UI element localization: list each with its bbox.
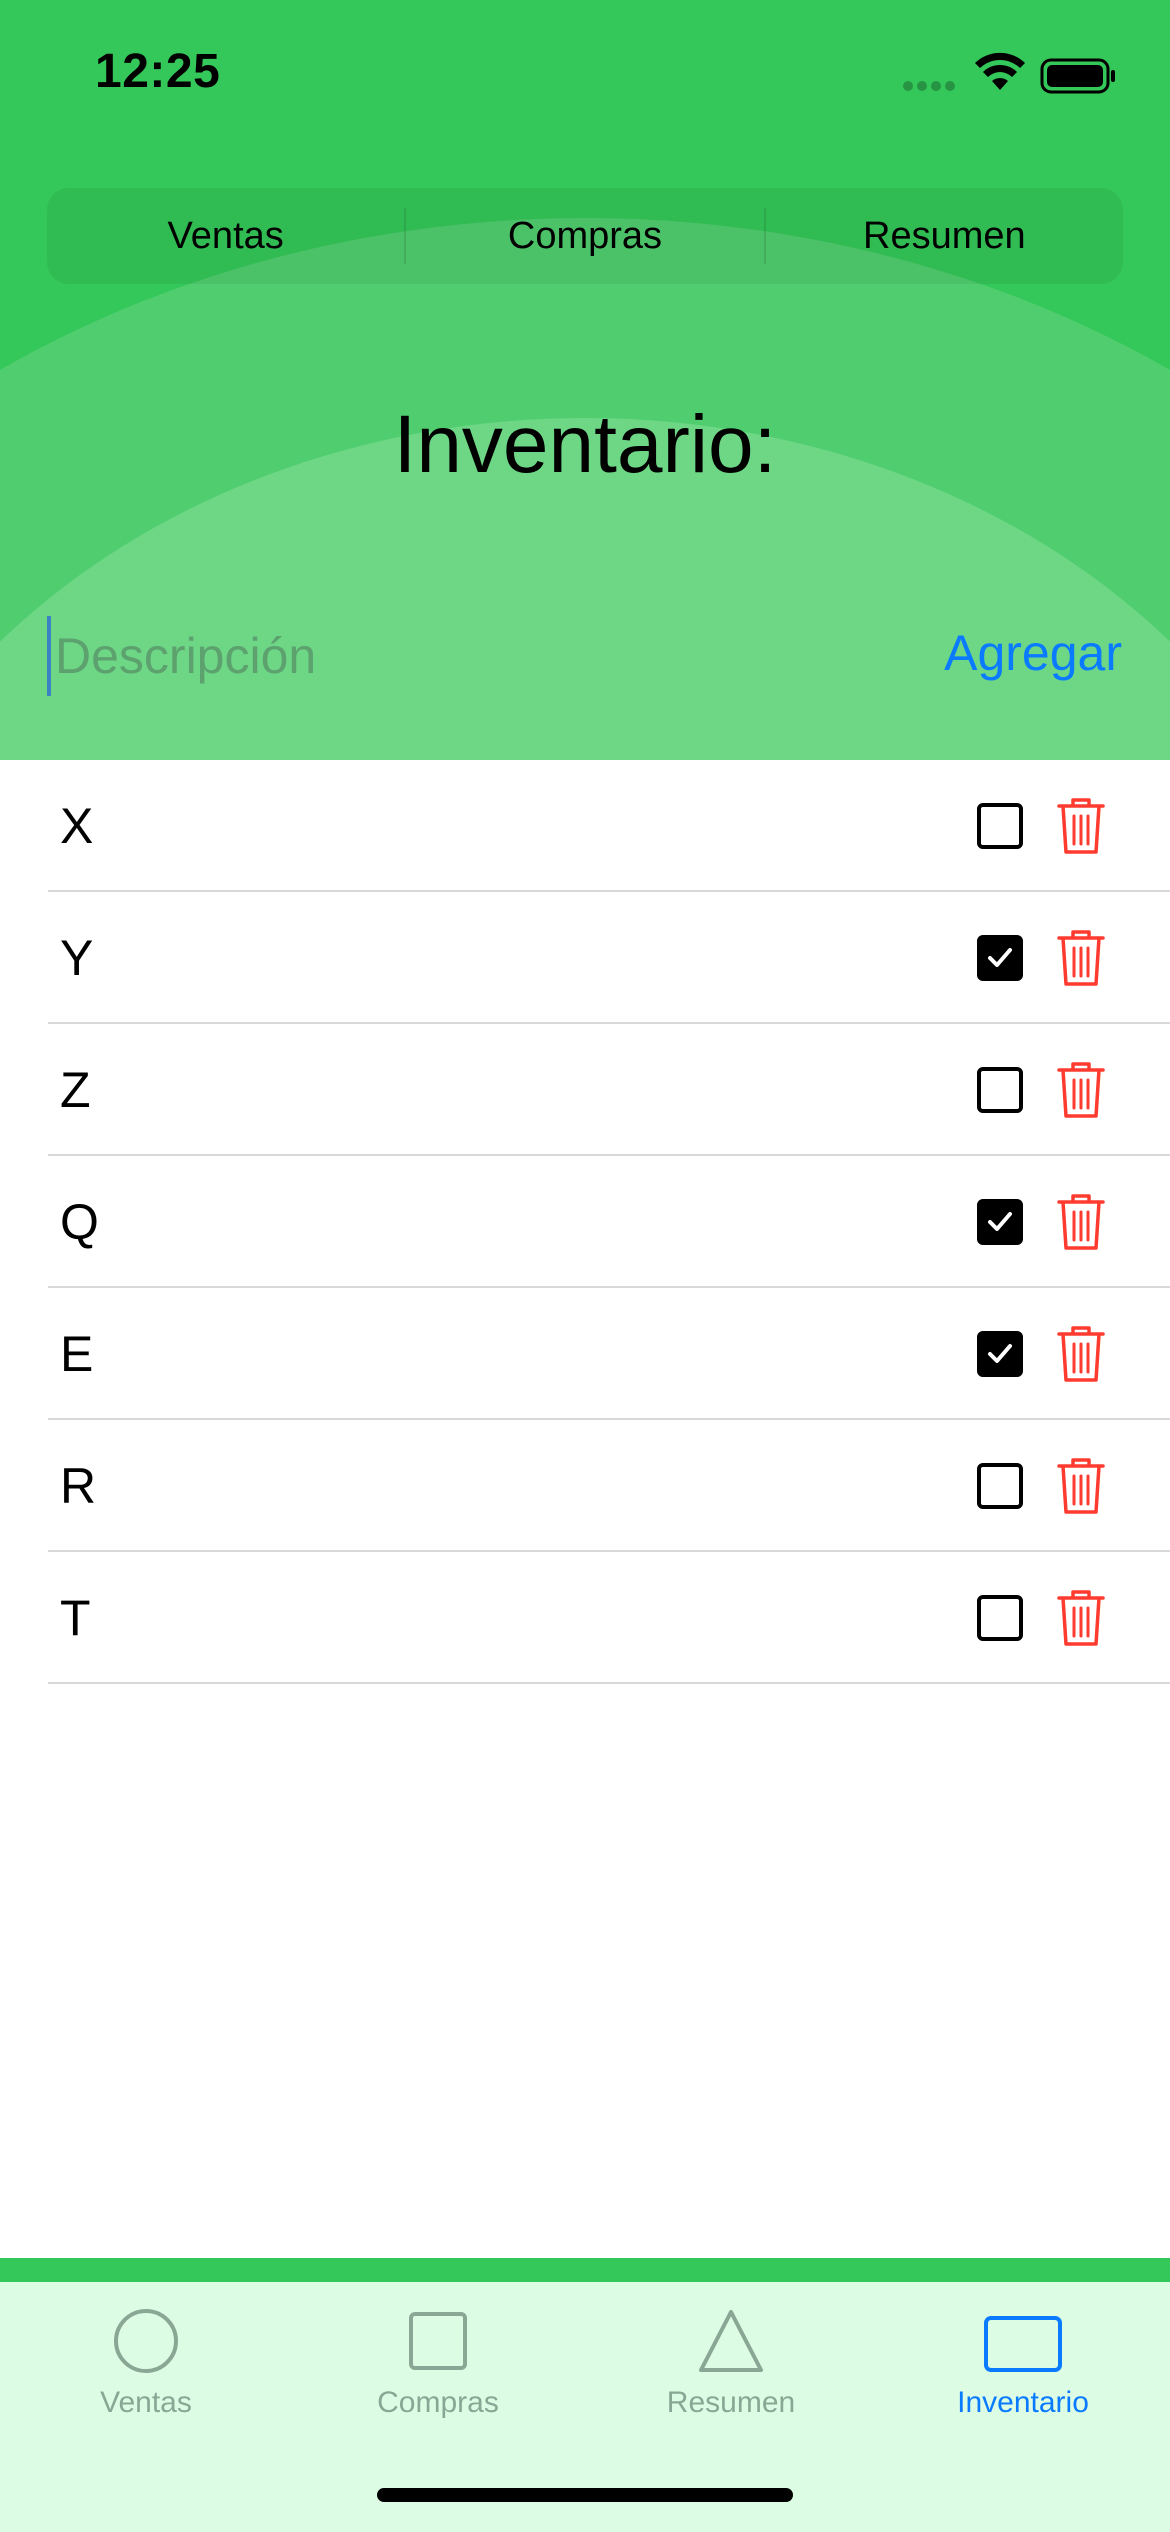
list-item: E: [0, 1288, 1170, 1420]
checkmark-icon: [988, 1212, 1012, 1231]
item-checkbox[interactable]: [977, 803, 1023, 849]
trash-icon[interactable]: [1055, 1060, 1107, 1120]
tab-label: Resumen: [666, 2386, 796, 2419]
item-label: T: [60, 1590, 91, 1646]
item-label: Q: [60, 1194, 99, 1250]
item-checkbox[interactable]: [977, 1067, 1023, 1113]
segment-compras[interactable]: Compras: [406, 188, 763, 284]
square-icon: [409, 2312, 467, 2370]
tab-label: Ventas: [100, 2386, 192, 2419]
checkmark-icon: [988, 1344, 1012, 1363]
tab-compras[interactable]: Compras: [292, 2306, 584, 2446]
item-checkbox[interactable]: [977, 1199, 1023, 1245]
trash-icon[interactable]: [1055, 796, 1107, 856]
status-icons: [900, 50, 1120, 100]
trash-icon[interactable]: [1055, 928, 1107, 988]
tab-ventas[interactable]: Ventas: [0, 2306, 292, 2446]
item-checkbox[interactable]: [977, 1595, 1023, 1641]
item-label: Y: [60, 930, 94, 986]
list-item: Y: [0, 892, 1170, 1024]
item-label: Z: [60, 1062, 91, 1118]
circle-icon: [114, 2309, 178, 2373]
trash-icon[interactable]: [1055, 1192, 1107, 1252]
list-item: Z: [0, 1024, 1170, 1156]
item-checkbox[interactable]: [977, 1331, 1023, 1377]
battery-icon: [1040, 58, 1115, 94]
list-item: X: [0, 760, 1170, 892]
trash-icon[interactable]: [1055, 1588, 1107, 1648]
home-indicator: [377, 2488, 793, 2502]
list-item: Q: [0, 1156, 1170, 1288]
rectangle-icon: [984, 2316, 1062, 2372]
wifi-icon: [975, 52, 1025, 90]
checkmark-icon: [988, 948, 1012, 967]
triangle-icon: [699, 2310, 763, 2372]
item-label: R: [60, 1458, 97, 1514]
inventory-list: X Y Z Q E R T: [0, 760, 1170, 1684]
item-label: X: [60, 798, 94, 854]
add-button[interactable]: Agregar: [944, 624, 1122, 682]
list-item: T: [0, 1552, 1170, 1684]
segment-resumen[interactable]: Resumen: [766, 188, 1123, 284]
segmented-control: Ventas Compras Resumen: [47, 188, 1123, 284]
tab-bar-top-strip: [0, 2258, 1170, 2282]
status-time: 12:25: [95, 45, 221, 98]
tab-resumen[interactable]: Resumen: [585, 2306, 877, 2446]
trash-icon[interactable]: [1055, 1456, 1107, 1516]
item-checkbox[interactable]: [977, 1463, 1023, 1509]
segment-ventas[interactable]: Ventas: [47, 188, 404, 284]
tab-inventario[interactable]: Inventario: [877, 2306, 1169, 2446]
cellular-signal-icon: [903, 81, 955, 91]
description-input[interactable]: [47, 616, 827, 696]
page-title: Inventario:: [393, 399, 777, 490]
item-label: E: [60, 1326, 94, 1382]
item-checkbox[interactable]: [977, 935, 1023, 981]
tab-label: Compras: [377, 2386, 499, 2419]
trash-icon[interactable]: [1055, 1324, 1107, 1384]
tab-label: Inventario: [957, 2386, 1089, 2419]
list-item: R: [0, 1420, 1170, 1552]
